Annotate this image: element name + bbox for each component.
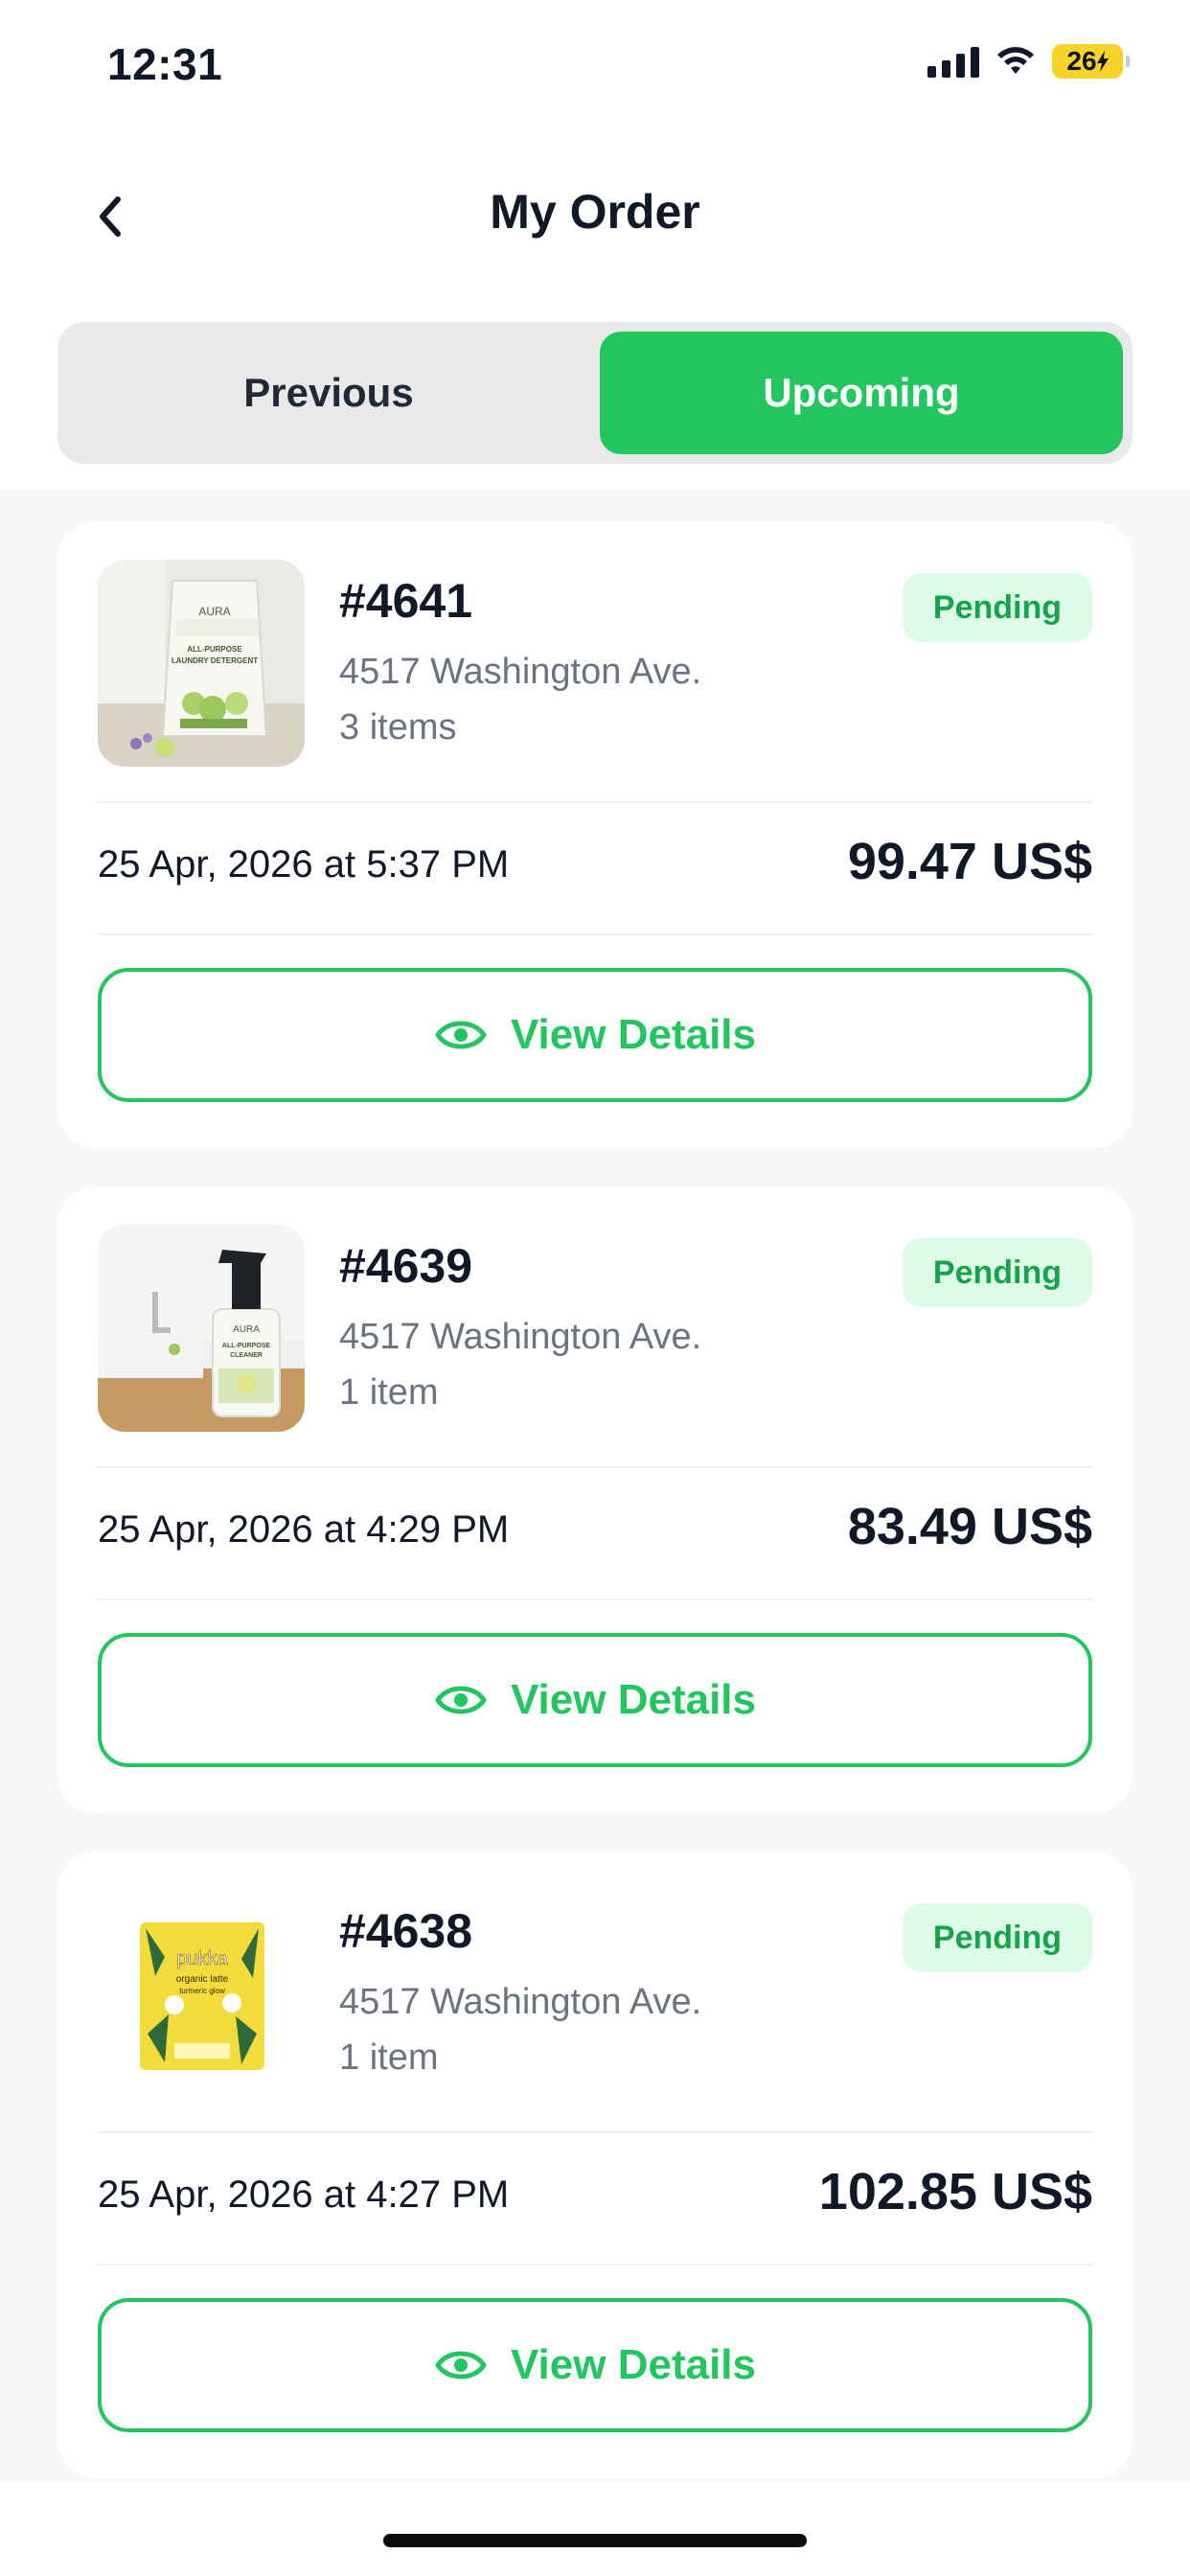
status-time: 12:31 — [107, 39, 223, 89]
order-date: 25 Apr, 2026 at 4:27 PM — [98, 2174, 510, 2216]
divider — [98, 2131, 1092, 2133]
status-bar: 12:31 26 — [0, 0, 1190, 134]
order-address: 4517 Washington Ave. — [339, 1317, 702, 1357]
order-item-count: 1 item — [339, 2037, 439, 2078]
tab-previous[interactable]: Previous — [67, 332, 590, 454]
divider — [98, 1598, 1092, 1600]
product-label-name: turmeric glow — [179, 1987, 225, 1995]
order-total: 102.85 US$ — [818, 2163, 1092, 2220]
order-item-count: 3 items — [339, 707, 457, 748]
view-details-button[interactable]: View Details — [98, 968, 1092, 1102]
product-image: AURA ALL-PURPOSE LAUNDRY DETERGENT — [98, 560, 305, 767]
order-date: 25 Apr, 2026 at 4:29 PM — [98, 1508, 510, 1551]
order-address: 4517 Washington Ave. — [339, 1982, 702, 2022]
header: My Order — [0, 163, 1190, 259]
product-label-brand: AURA — [198, 605, 230, 618]
order-card: pukka organic latte turmeric glow #4638 … — [57, 1852, 1133, 2478]
home-indicator[interactable] — [383, 2534, 807, 2547]
order-item-count: 1 item — [339, 1372, 439, 1413]
signal-icon — [927, 45, 979, 78]
order-id: #4641 — [339, 574, 473, 628]
orders-list: AURA ALL-PURPOSE LAUNDRY DETERGENT #4641… — [0, 489, 1190, 2482]
page-title: My Order — [490, 185, 700, 239]
divider — [98, 2264, 1092, 2266]
view-details-button[interactable]: View Details — [98, 1633, 1092, 1767]
order-total: 99.47 US$ — [847, 833, 1092, 890]
product-label-type: ALL-PURPOSE — [222, 1343, 271, 1349]
status-badge: Pending — [902, 1903, 1092, 1972]
divider — [98, 801, 1092, 803]
order-id: #4639 — [339, 1239, 473, 1293]
order-card: AURA ALL-PURPOSE CLEANER #4639 4517 Wash… — [57, 1186, 1133, 1813]
eye-icon — [435, 1686, 487, 1714]
order-card: AURA ALL-PURPOSE LAUNDRY DETERGENT #4641… — [57, 521, 1133, 1148]
divider — [98, 933, 1092, 935]
product-label-name: LAUNDRY DETERGENT — [172, 656, 258, 665]
product-label-type: organic latte — [176, 1974, 229, 1985]
eye-icon — [435, 2351, 487, 2380]
order-total: 83.49 US$ — [847, 1498, 1092, 1555]
battery-icon: 26 — [1052, 44, 1130, 79]
status-badge: Pending — [902, 573, 1092, 642]
order-date: 25 Apr, 2026 at 5:37 PM — [98, 843, 510, 886]
product-image: AURA ALL-PURPOSE CLEANER — [98, 1225, 305, 1432]
eye-icon — [435, 1021, 487, 1049]
product-image: pukka organic latte turmeric glow — [98, 1890, 305, 2097]
tab-upcoming[interactable]: Upcoming — [600, 332, 1123, 454]
status-icons: 26 — [927, 44, 1130, 79]
my-order-screen: 12:31 26 My Order Previous Upcoming AURA… — [0, 0, 1190, 2576]
battery-level: 26 — [1066, 46, 1097, 76]
order-id: #4638 — [339, 1904, 473, 1958]
view-details-label: View Details — [511, 1011, 756, 1058]
view-details-label: View Details — [511, 2341, 756, 2388]
product-label-brand: AURA — [233, 1324, 260, 1335]
wifi-icon — [997, 47, 1034, 74]
status-badge: Pending — [902, 1238, 1092, 1307]
view-details-label: View Details — [511, 1676, 756, 1723]
product-label-type: ALL-PURPOSE — [187, 645, 242, 654]
divider — [98, 1466, 1092, 1468]
view-details-button[interactable]: View Details — [98, 2298, 1092, 2432]
product-label-brand: pukka — [176, 1948, 228, 1969]
order-address: 4517 Washington Ave. — [339, 652, 702, 692]
order-tabs: Previous Upcoming — [57, 322, 1133, 464]
charging-bolt-icon — [1096, 51, 1109, 72]
product-label-name: CLEANER — [230, 1352, 263, 1359]
